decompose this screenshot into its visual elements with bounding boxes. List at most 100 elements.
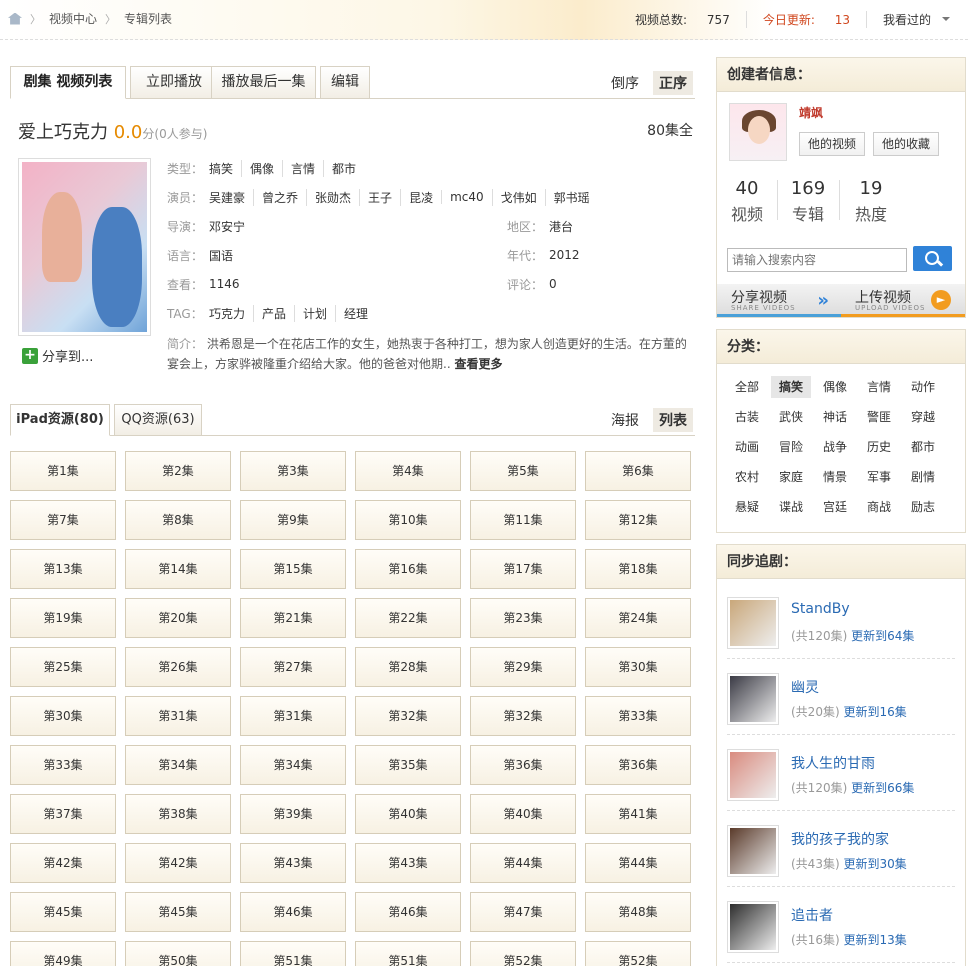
type-link[interactable]: 言情 <box>282 159 323 177</box>
episode-button[interactable]: 第29集 <box>470 647 576 687</box>
category-item[interactable]: 历史 <box>859 436 899 458</box>
episode-button[interactable]: 第51集 <box>240 941 346 966</box>
category-item[interactable]: 全部 <box>727 376 767 398</box>
search-button[interactable] <box>913 246 952 271</box>
drama-thumbnail[interactable] <box>727 901 779 953</box>
episode-button[interactable]: 第22集 <box>355 598 461 638</box>
category-item[interactable]: 商战 <box>859 496 899 518</box>
episode-button[interactable]: 第48集 <box>585 892 691 932</box>
view-more-link[interactable]: 查看更多 <box>454 357 502 371</box>
category-item[interactable]: 都市 <box>903 436 943 458</box>
category-item[interactable]: 励志 <box>903 496 943 518</box>
category-item[interactable]: 偶像 <box>815 376 855 398</box>
episode-button[interactable]: 第12集 <box>585 500 691 540</box>
category-item[interactable]: 动作 <box>903 376 943 398</box>
episode-button[interactable]: 第27集 <box>240 647 346 687</box>
drama-title-link[interactable]: StandBy <box>791 601 850 617</box>
drama-title-link[interactable]: 我人生的甘雨 <box>791 753 875 773</box>
episode-button[interactable]: 第39集 <box>240 794 346 834</box>
his-favorites-button[interactable]: 他的收藏 <box>873 132 940 156</box>
tag-link[interactable]: 产品 <box>253 304 294 322</box>
his-videos-button[interactable]: 他的视频 <box>799 132 866 156</box>
episode-button[interactable]: 第11集 <box>470 500 576 540</box>
episode-button[interactable]: 第46集 <box>240 892 346 932</box>
episode-button[interactable]: 第36集 <box>585 745 691 785</box>
episode-button[interactable]: 第30集 <box>10 696 116 736</box>
category-item[interactable]: 言情 <box>859 376 899 398</box>
following-item[interactable]: 追击者 (共16集) 更新到13集 <box>727 887 955 963</box>
category-item[interactable]: 战争 <box>815 436 855 458</box>
avatar[interactable] <box>729 103 787 161</box>
episode-button[interactable]: 第15集 <box>240 549 346 589</box>
sort-desc-button[interactable]: 倒序 <box>605 71 645 95</box>
episode-button[interactable]: 第50集 <box>125 941 231 966</box>
following-item[interactable]: StandBy (共120集) 更新到64集 <box>727 583 955 659</box>
episode-button[interactable]: 第40集 <box>355 794 461 834</box>
category-item[interactable]: 谍战 <box>771 496 811 518</box>
episode-button[interactable]: 第2集 <box>125 451 231 491</box>
episode-button[interactable]: 第8集 <box>125 500 231 540</box>
episode-button[interactable]: 第31集 <box>125 696 231 736</box>
episode-button[interactable]: 第36集 <box>470 745 576 785</box>
update-status-link[interactable]: 更新到30集 <box>843 857 906 871</box>
episode-button[interactable]: 第14集 <box>125 549 231 589</box>
category-item[interactable]: 警匪 <box>859 406 899 428</box>
actor-link[interactable]: 吴建豪 <box>209 189 253 206</box>
album-poster[interactable] <box>18 158 151 336</box>
episode-button[interactable]: 第9集 <box>240 500 346 540</box>
type-link[interactable]: 搞笑 <box>209 160 241 177</box>
following-item[interactable]: 幽灵 (共20集) 更新到16集 <box>727 659 955 735</box>
episode-button[interactable]: 第44集 <box>585 843 691 883</box>
episode-button[interactable]: 第28集 <box>355 647 461 687</box>
creator-stat-albums[interactable]: 169 专辑 <box>778 178 838 225</box>
episode-button[interactable]: 第13集 <box>10 549 116 589</box>
drama-thumbnail[interactable] <box>727 597 779 649</box>
episode-button[interactable]: 第41集 <box>585 794 691 834</box>
episode-button[interactable]: 第1集 <box>10 451 116 491</box>
episode-button[interactable]: 第35集 <box>355 745 461 785</box>
category-item[interactable]: 军事 <box>859 466 899 488</box>
episode-button[interactable]: 第33集 <box>585 696 691 736</box>
episode-button[interactable]: 第4集 <box>355 451 461 491</box>
actor-link[interactable]: 曾之乔 <box>253 188 306 206</box>
episode-button[interactable]: 第44集 <box>470 843 576 883</box>
episode-button[interactable]: 第7集 <box>10 500 116 540</box>
episode-button[interactable]: 第45集 <box>10 892 116 932</box>
director-value[interactable]: 邓安宁 <box>209 218 245 235</box>
category-item[interactable]: 古装 <box>727 406 767 428</box>
episode-button[interactable]: 第23集 <box>470 598 576 638</box>
episode-button[interactable]: 第42集 <box>125 843 231 883</box>
episode-button[interactable]: 第52集 <box>585 941 691 966</box>
episode-button[interactable]: 第31集 <box>240 696 346 736</box>
episode-button[interactable]: 第38集 <box>125 794 231 834</box>
category-item[interactable]: 穿越 <box>903 406 943 428</box>
search-input[interactable] <box>727 248 907 272</box>
upload-video-button[interactable]: 上传视频 UPLOAD VIDEOS ► <box>841 284 965 317</box>
episode-button[interactable]: 第43集 <box>355 843 461 883</box>
episode-button[interactable]: 第16集 <box>355 549 461 589</box>
drama-title-link[interactable]: 追击者 <box>791 905 833 925</box>
episode-button[interactable]: 第25集 <box>10 647 116 687</box>
drama-thumbnail[interactable] <box>727 749 779 801</box>
update-status-link[interactable]: 更新到16集 <box>843 705 906 719</box>
type-link[interactable]: 都市 <box>323 159 364 177</box>
episode-button[interactable]: 第34集 <box>240 745 346 785</box>
episode-button[interactable]: 第46集 <box>355 892 461 932</box>
list-view-button[interactable]: 列表 <box>653 408 693 432</box>
actor-link[interactable]: 郭书瑶 <box>544 188 598 206</box>
episode-button[interactable]: 第5集 <box>470 451 576 491</box>
episode-button[interactable]: 第18集 <box>585 549 691 589</box>
type-link[interactable]: 偶像 <box>241 159 282 177</box>
episode-button[interactable]: 第33集 <box>10 745 116 785</box>
watched-dropdown[interactable]: 我看过的 <box>865 11 958 28</box>
actor-link[interactable]: 戈伟如 <box>491 188 545 206</box>
episode-button[interactable]: 第47集 <box>470 892 576 932</box>
episode-button[interactable]: 第45集 <box>125 892 231 932</box>
following-item[interactable]: 我人生的甘雨 (共120集) 更新到66集 <box>727 735 955 811</box>
episode-button[interactable]: 第52集 <box>470 941 576 966</box>
episode-button[interactable]: 第43集 <box>240 843 346 883</box>
following-item[interactable]: 我的孩子我的家 (共43集) 更新到30集 <box>727 811 955 887</box>
tab-play-now[interactable]: 立即播放 <box>130 66 218 99</box>
episode-button[interactable]: 第26集 <box>125 647 231 687</box>
tab-play-last[interactable]: 播放最后一集 <box>211 66 316 99</box>
